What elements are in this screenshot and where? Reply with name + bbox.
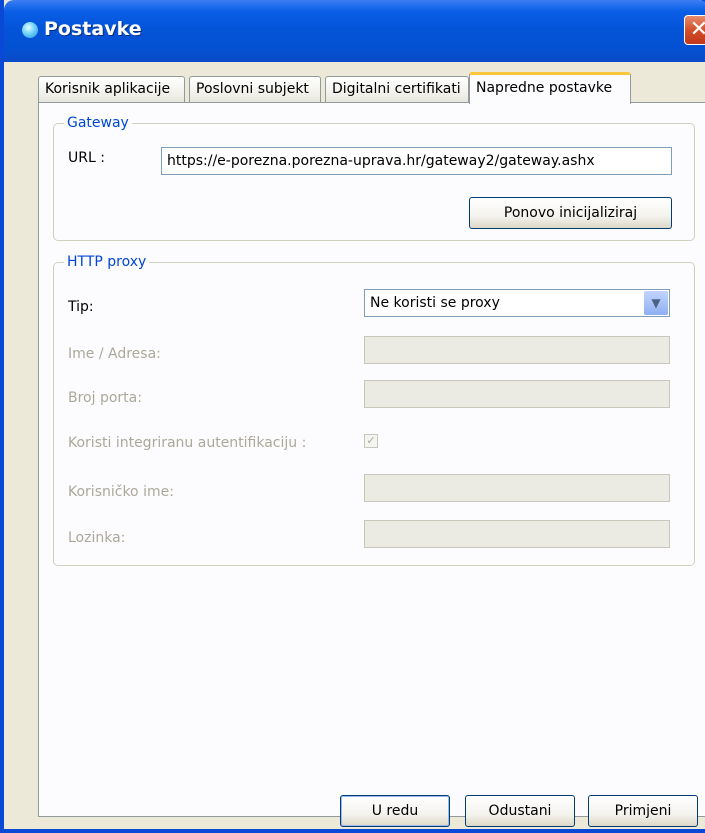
proxy-address-field[interactable]: [364, 336, 670, 364]
proxy-port-label: Broj porta:: [68, 390, 142, 406]
gateway-group-title: Gateway: [64, 114, 132, 132]
http-proxy-group-title: HTTP proxy: [64, 253, 150, 271]
checkmark-icon: ✓: [366, 434, 376, 447]
proxy-type-select[interactable]: Ne koristi se proxy ▼: [364, 289, 670, 317]
proxy-password-field[interactable]: [364, 520, 670, 548]
tab-digitalni-certifikati[interactable]: Digitalni certifikati: [325, 76, 469, 103]
proxy-type-label: Tip:: [68, 299, 94, 315]
close-icon[interactable]: ✕: [684, 15, 705, 45]
tab-korisnik-aplikacije[interactable]: Korisnik aplikacije: [38, 76, 185, 103]
url-label: URL :: [68, 150, 105, 166]
tab-panel-napredne-postavke: Gateway URL : https://e-porezna.porezna-…: [38, 102, 705, 817]
window-title: Postavke: [44, 18, 142, 40]
proxy-port-field[interactable]: [364, 380, 670, 408]
proxy-username-label: Korisničko ime:: [68, 484, 174, 500]
tab-napredne-postavke[interactable]: Napredne postavke: [469, 72, 631, 104]
http-proxy-group: HTTP proxy Tip: Ne koristi se proxy ▼ Im…: [53, 253, 695, 566]
apply-button[interactable]: Primjeni: [588, 795, 698, 827]
app-globe-icon: [22, 22, 38, 38]
chevron-down-icon[interactable]: ▼: [644, 291, 668, 315]
proxy-password-label: Lozinka:: [68, 530, 126, 546]
proxy-username-field[interactable]: [364, 474, 670, 502]
dialog-content: Korisnik aplikacije Poslovni subjekt Dig…: [8, 62, 705, 829]
proxy-address-label: Ime / Adresa:: [68, 346, 161, 362]
tab-label: Digitalni certifikati: [332, 81, 461, 97]
integrated-auth-checkbox[interactable]: ✓: [364, 434, 378, 448]
gateway-group: Gateway URL : https://e-porezna.porezna-…: [53, 114, 695, 241]
tab-label: Napredne postavke: [476, 80, 613, 96]
proxy-type-value: Ne koristi se proxy: [370, 295, 500, 311]
title-bar[interactable]: Postavke ✕: [4, 0, 705, 62]
settings-window: Postavke ✕ Korisnik aplikacije Poslovni …: [0, 0, 705, 833]
tab-poslovni-subjekt[interactable]: Poslovni subjekt: [189, 76, 321, 103]
cancel-button[interactable]: Odustani: [465, 795, 575, 827]
url-field[interactable]: https://e-porezna.porezna-uprava.hr/gate…: [161, 147, 672, 175]
reinitialize-button[interactable]: Ponovo inicijaliziraj: [469, 197, 672, 229]
tab-label: Poslovni subjekt: [196, 81, 309, 97]
ok-button[interactable]: U redu: [340, 795, 450, 827]
tab-label: Korisnik aplikacije: [45, 81, 171, 97]
integrated-auth-label: Koristi integriranu autentifikaciju :: [68, 435, 307, 451]
